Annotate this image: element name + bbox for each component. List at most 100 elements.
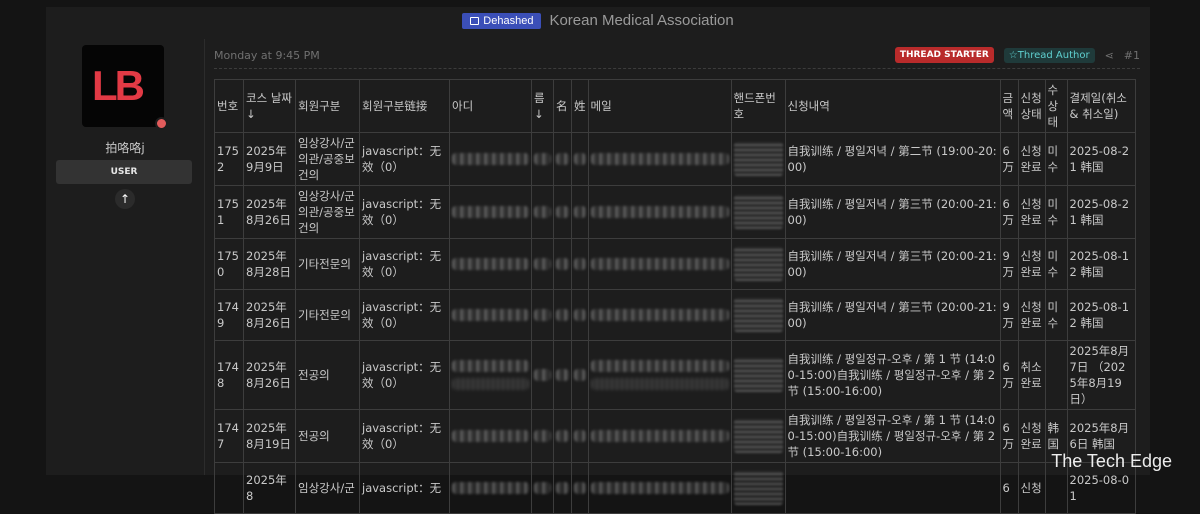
table-row: 1750 2025年8月28日 기타전문의 javascript：无效（0） 自…: [214, 238, 1136, 290]
redacted-phone-cell: [730, 132, 786, 186]
cell-link: javascript：无效（0）: [359, 132, 450, 186]
redacted-phone-cell: [730, 289, 786, 341]
cell-status: 취소완료: [1017, 340, 1046, 410]
redacted-last-cell: [571, 409, 589, 463]
post-meta-right: THREAD STARTER ☆Thread Author ⋖ #1: [894, 47, 1140, 63]
cell-no: 1747: [214, 409, 244, 463]
post-timestamp[interactable]: Monday at 9:45 PM: [214, 49, 320, 62]
table-row: 1747 2025年8月19日 전공의 javascript：无效（0） 自我训…: [214, 409, 1136, 463]
redacted-first-cell: [553, 185, 572, 239]
cell-application: [784, 462, 1001, 514]
header-email[interactable]: 메일: [587, 79, 732, 133]
cell-amount: 9万: [999, 238, 1019, 290]
cell-date: 2025年8月19日: [243, 409, 296, 463]
cell-application: 自我训练 / 평일정규-오후 / 第 1 节 (14:00-15:00)自我训练…: [784, 340, 1001, 410]
redacted-last-cell: [571, 238, 589, 290]
redacted-first-cell: [553, 132, 572, 186]
redacted-email-cell: [587, 409, 732, 463]
cell-payment-date: 2025年8月7日 （2025年8月19日）: [1066, 340, 1136, 410]
header-amount[interactable]: 금액: [999, 79, 1019, 133]
header-payment-status[interactable]: 수상태: [1044, 79, 1068, 133]
header-member-type[interactable]: 회원구분: [295, 79, 360, 133]
redacted-phone-cell: [730, 185, 786, 239]
cell-payment: 미수: [1044, 238, 1068, 290]
leak-data-table: 번호 코스 날짜 ↓ 회원구분 회원구분链接 아디 름↓ 名 姓 메일 핸드폰번…: [214, 79, 1136, 514]
cell-amount: 6万: [999, 409, 1019, 463]
redacted-name-cell: [531, 132, 554, 186]
cell-no: 1752: [214, 132, 244, 186]
cell-payment: 미수: [1044, 289, 1068, 341]
username[interactable]: 拍咯咯j: [46, 139, 204, 156]
cell-no: 1749: [214, 289, 244, 341]
cell-application: 自我训练 / 평일저녁 / 第三节 (20:00-21:00): [784, 289, 1001, 341]
redacted-id-cell: [449, 340, 532, 410]
redacted-phone-cell: [730, 340, 786, 410]
avatar[interactable]: LB: [82, 45, 168, 130]
redacted-name-cell: [531, 340, 554, 410]
dehashed-prefix-badge[interactable]: Dehashed: [462, 12, 542, 29]
thread-title: Korean Medical Association: [549, 12, 734, 29]
header-id[interactable]: 아디: [449, 79, 532, 133]
cell-no: 1751: [214, 185, 244, 239]
header-application[interactable]: 신청내역: [784, 79, 1001, 133]
redacted-last-cell: [571, 340, 589, 410]
watermark-text: The Tech Edge: [1051, 451, 1172, 471]
redacted-name-cell: [531, 409, 554, 463]
thread-author-badge: ☆Thread Author: [1003, 47, 1095, 63]
post-user-sidebar: LB 拍咯咯j USER ↑: [46, 39, 205, 475]
redacted-last-cell: [571, 462, 589, 514]
cell-date: 2025年8月26日: [243, 289, 296, 341]
redacted-phone-cell: [730, 462, 786, 514]
header-member-link[interactable]: 회원구분链接: [359, 79, 450, 133]
table-row: 1749 2025年8月26日 기타전문의 javascript：无效（0） 自…: [214, 289, 1136, 341]
redacted-id-cell: [449, 238, 532, 290]
header-phone[interactable]: 핸드폰번호: [730, 79, 786, 133]
header-no[interactable]: 번호: [214, 79, 244, 133]
redacted-name-cell: [531, 462, 554, 514]
cell-no: 1748: [214, 340, 244, 410]
table-row: 1752 2025年9月9日 임상강사/군의관/공중보건의 javascript…: [214, 132, 1136, 186]
dehashed-label: Dehashed: [483, 14, 534, 27]
cell-amount: 6万: [999, 340, 1019, 410]
avatar-logo: LB: [92, 62, 145, 109]
cell-date: 2025年8月26日: [243, 340, 296, 410]
cell-application: 自我训练 / 평일저녁 / 第三节 (20:00-21:00): [784, 185, 1001, 239]
table-row: 1748 2025年8月26日 전공의 javascript：无效（0） 自我训…: [214, 340, 1136, 410]
redacted-email-cell: [587, 462, 732, 514]
cell-link: javascript：无效（0）: [359, 185, 450, 239]
redacted-email-cell: [587, 185, 732, 239]
header-course-date[interactable]: 코스 날짜 ↓: [243, 79, 296, 133]
page-gutter-right: [1150, 0, 1200, 475]
cell-payment-date: 2025-08-21 韩国: [1066, 132, 1136, 186]
post-number-link[interactable]: #1: [1124, 49, 1140, 62]
table-header-row: 번호 코스 날짜 ↓ 회원구분 회원구분链接 아디 름↓ 名 姓 메일 핸드폰번…: [214, 79, 1136, 133]
header-payment-date[interactable]: 결제일(취소 & 취소일): [1066, 79, 1136, 133]
cell-payment-date: 2025-08-21 韩国: [1066, 185, 1136, 239]
cell-payment-date: 2025-08-12 韩国: [1066, 289, 1136, 341]
header-last-name[interactable]: 姓: [571, 79, 589, 133]
header-status[interactable]: 신청상태: [1017, 79, 1046, 133]
thread-container: Dehashed Korean Medical Association LB 拍…: [46, 7, 1150, 514]
redacted-name-cell: [531, 289, 554, 341]
arrow-up-icon[interactable]: ↑: [115, 189, 135, 209]
online-status-dot: [155, 117, 168, 130]
cell-amount: 9万: [999, 289, 1019, 341]
cell-application: 自我训练 / 평일저녁 / 第三节 (20:00-21:00): [784, 238, 1001, 290]
cell-date: 2025年8: [243, 462, 296, 514]
redacted-name-cell: [531, 185, 554, 239]
header-name[interactable]: 름↓: [531, 79, 554, 133]
post-meta-bar: Monday at 9:45 PM THREAD STARTER ☆Thread…: [214, 45, 1140, 65]
cell-status: 신청완료: [1017, 409, 1046, 463]
redacted-id-cell: [449, 462, 532, 514]
redacted-email-cell: [587, 340, 732, 410]
meta-divider: [214, 68, 1140, 69]
header-first-name[interactable]: 名: [553, 79, 572, 133]
redacted-id-cell: [449, 185, 532, 239]
redacted-last-cell: [571, 289, 589, 341]
redacted-phone-cell: [730, 409, 786, 463]
cell-amount: 6万: [999, 185, 1019, 239]
share-icon[interactable]: ⋖: [1105, 49, 1114, 62]
post-content: Monday at 9:45 PM THREAD STARTER ☆Thread…: [214, 39, 1144, 514]
thread-starter-badge: THREAD STARTER: [894, 47, 994, 63]
redacted-first-cell: [553, 462, 572, 514]
